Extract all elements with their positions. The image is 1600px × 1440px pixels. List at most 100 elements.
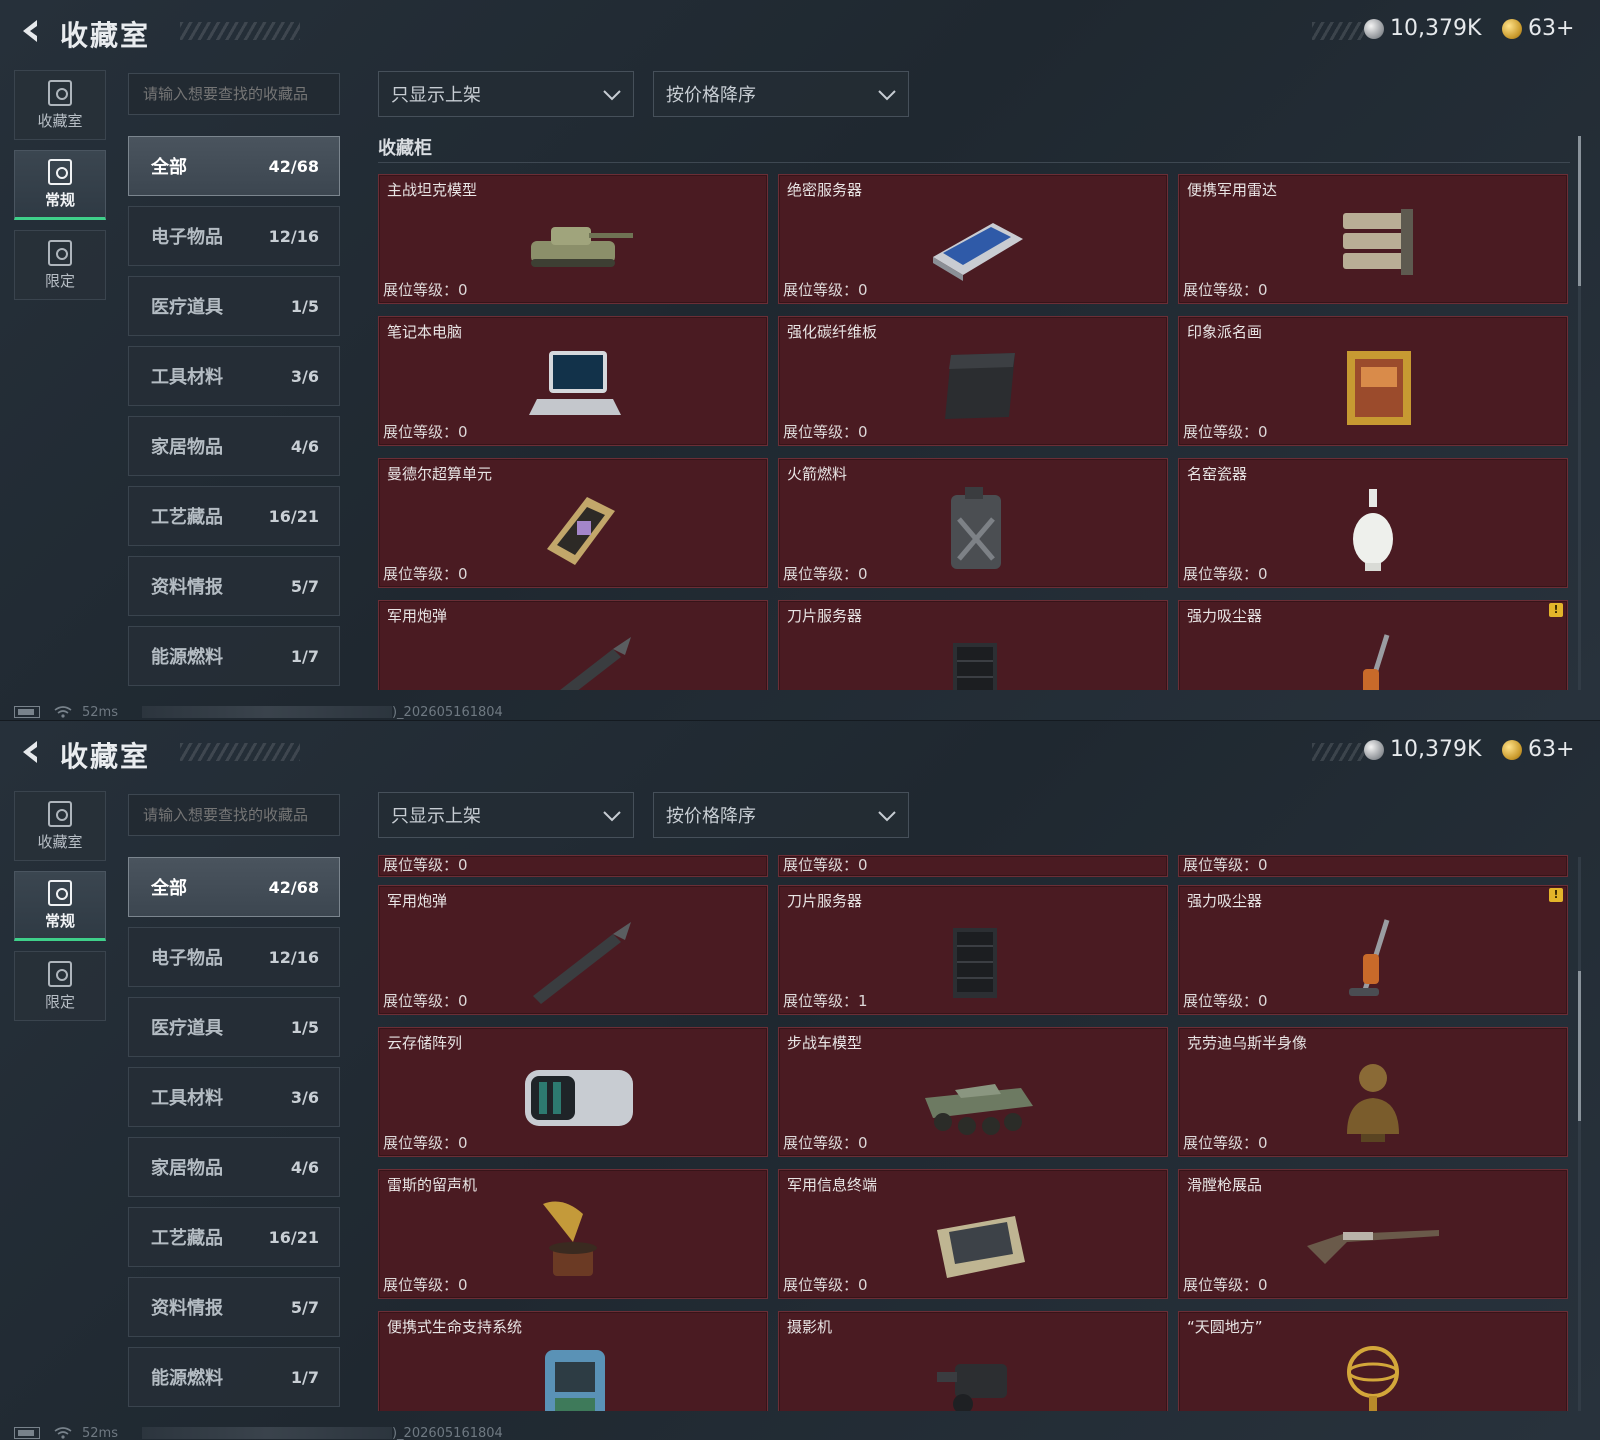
- chevron-down-icon: [878, 90, 896, 101]
- category-item[interactable]: 电子物品 12/16: [128, 927, 340, 987]
- item-name: 军用炮弹: [387, 607, 448, 625]
- booth-level-value: 0: [458, 1134, 468, 1152]
- booth-level: 展位等级：0: [1183, 563, 1268, 584]
- collection-card[interactable]: “天圆地方”: [1178, 1311, 1568, 1411]
- booth-level-label: 展位等级：: [1183, 423, 1259, 441]
- booth-level-value: 0: [1258, 281, 1268, 299]
- show-filter-dropdown[interactable]: 只显示上架: [378, 792, 634, 838]
- category-list: 全部 42/68 电子物品 12/16 医疗道具 1/5 工具材料 3/6 家居物品 4/6 工艺藏…: [128, 857, 340, 1417]
- collection-card[interactable]: 滑膛枪展品 展位等级：0: [1178, 1169, 1568, 1299]
- category-item[interactable]: 能源燃料 1/7: [128, 1347, 340, 1407]
- category-item[interactable]: 能源燃料 1/7: [128, 626, 340, 686]
- category-item[interactable]: 工艺藏品 16/21: [128, 486, 340, 546]
- category-item[interactable]: 全部 42/68: [128, 857, 340, 917]
- search-input[interactable]: [128, 794, 340, 836]
- collection-card[interactable]: 便携式生命支持系统: [378, 1311, 768, 1411]
- rail-collection-room[interactable]: 收藏室: [14, 70, 106, 140]
- category-count: 1/5: [290, 296, 319, 316]
- category-item[interactable]: 资料情报 5/7: [128, 1277, 340, 1337]
- page-title: 收藏室: [60, 740, 151, 773]
- rail-collection-room[interactable]: 收藏室: [14, 791, 106, 861]
- category-label: 全部: [151, 157, 187, 178]
- collection-card[interactable]: 笔记本电脑 展位等级：0: [378, 316, 768, 446]
- collection-card-partial[interactable]: 展位等级：0: [1178, 855, 1568, 877]
- category-count: 4/6: [290, 436, 319, 456]
- back-button[interactable]: [14, 14, 48, 48]
- collection-card[interactable]: 云存储阵列 展位等级：0: [378, 1027, 768, 1157]
- item-name: 步战车模型: [787, 1034, 863, 1052]
- rail-regular[interactable]: 常规: [14, 871, 106, 941]
- category-label: 工艺藏品: [151, 1228, 223, 1249]
- item-name: 克劳迪乌斯半身像: [1187, 1034, 1308, 1052]
- collection-card-partial[interactable]: 展位等级：0: [778, 855, 1168, 877]
- collection-card[interactable]: 军用炮弹 展位等级：0: [378, 885, 768, 1015]
- collection-card[interactable]: 绝密服务器 展位等级：0: [778, 174, 1168, 304]
- collection-card[interactable]: 步战车模型 展位等级：0: [778, 1027, 1168, 1157]
- search-input[interactable]: [128, 73, 340, 115]
- collection-card[interactable]: 曼德尔超算单元 展位等级：0: [378, 458, 768, 588]
- panel-bottom: 收藏室 10,379K 63+ 收藏室 常规 限定 只显示上架 按价格降序 全部…: [0, 720, 1600, 1440]
- rail-limited[interactable]: 限定: [14, 951, 106, 1021]
- category-label: 工艺藏品: [151, 507, 223, 528]
- category-label: 工具材料: [151, 1088, 223, 1109]
- collection-card[interactable]: 刀片服务器: [778, 600, 1168, 690]
- scrollbar-thumb[interactable]: [1578, 136, 1581, 286]
- rail-limited[interactable]: 限定: [14, 230, 106, 300]
- rail-regular[interactable]: 常规: [14, 150, 106, 220]
- collection-card[interactable]: 名窑瓷器 展位等级：0: [1178, 458, 1568, 588]
- shell-icon: [503, 621, 643, 690]
- collection-card[interactable]: 军用信息终端 展位等级：0: [778, 1169, 1168, 1299]
- collection-card[interactable]: 主战坦克模型 展位等级：0: [378, 174, 768, 304]
- item-name: 云存储阵列: [387, 1034, 463, 1052]
- booth-level-value: 0: [458, 281, 468, 299]
- category-item[interactable]: 全部 42/68: [128, 136, 340, 196]
- booth-level: 展位等级：0: [783, 563, 868, 584]
- collection-card[interactable]: 强力吸尘器 展位等级：0!: [1178, 885, 1568, 1015]
- collection-card[interactable]: 摄影机: [778, 1311, 1168, 1411]
- category-item[interactable]: 工具材料 3/6: [128, 1067, 340, 1127]
- booth-level-label: 展位等级：: [1183, 1134, 1259, 1152]
- show-filter-dropdown[interactable]: 只显示上架: [378, 71, 634, 117]
- collection-card[interactable]: 刀片服务器 展位等级：1: [778, 885, 1168, 1015]
- booth-level-label: 展位等级：: [383, 281, 459, 299]
- side-rail: 收藏室 常规 限定: [14, 70, 106, 310]
- back-button[interactable]: [14, 735, 48, 769]
- category-item[interactable]: 电子物品 12/16: [128, 206, 340, 266]
- category-label: 资料情报: [151, 577, 223, 598]
- scrollbar-thumb[interactable]: [1578, 971, 1581, 1121]
- category-count: 16/21: [268, 506, 319, 526]
- scrollbar-track[interactable]: [1578, 857, 1581, 1411]
- category-list: 全部 42/68 电子物品 12/16 医疗道具 1/5 工具材料 3/6 家居物品 4/6 工艺藏…: [128, 136, 340, 696]
- booth-level-value: 0: [858, 281, 868, 299]
- ifv-icon: [903, 1048, 1043, 1148]
- currency-decoration: [1312, 22, 1364, 40]
- collection-card[interactable]: 克劳迪乌斯半身像 展位等级：0: [1178, 1027, 1568, 1157]
- rail-label: 限定: [44, 992, 75, 1011]
- sort-dropdown[interactable]: 按价格降序: [653, 792, 909, 838]
- collection-card[interactable]: 火箭燃料 展位等级：0: [778, 458, 1168, 588]
- collection-card-partial[interactable]: 展位等级：0: [378, 855, 768, 877]
- booth-level: 展位等级：0: [1183, 421, 1268, 442]
- gold-coin-icon: [1502, 739, 1522, 760]
- category-item[interactable]: 工艺藏品 16/21: [128, 1207, 340, 1267]
- collection-card[interactable]: 便携军用雷达 展位等级：0: [1178, 174, 1568, 304]
- collection-card[interactable]: 强化碳纤维板 展位等级：0: [778, 316, 1168, 446]
- collection-card[interactable]: 印象派名画 展位等级：0: [1178, 316, 1568, 446]
- collection-card[interactable]: 雷斯的留声机 展位等级：0: [378, 1169, 768, 1299]
- category-item[interactable]: 资料情报 5/7: [128, 556, 340, 616]
- show-filter-value: 只显示上架: [391, 85, 481, 106]
- category-item[interactable]: 医疗道具 1/5: [128, 997, 340, 1057]
- booth-level-value: 0: [458, 1276, 468, 1294]
- sort-dropdown[interactable]: 按价格降序: [653, 71, 909, 117]
- collection-grid: 军用炮弹 展位等级：0 刀片服务器 展位等级：1 强力吸尘器 展位等级：0! 云存储阵列 展位…: [378, 885, 1568, 1411]
- gold-amount: 63+: [1528, 16, 1575, 41]
- category-item[interactable]: 医疗道具 1/5: [128, 276, 340, 336]
- category-item[interactable]: 工具材料 3/6: [128, 346, 340, 406]
- category-item[interactable]: 家居物品 4/6: [128, 1137, 340, 1197]
- category-item[interactable]: 家居物品 4/6: [128, 416, 340, 476]
- category-label: 家居物品: [151, 1158, 223, 1179]
- item-name: 军用炮弹: [387, 892, 448, 910]
- category-label: 医疗道具: [151, 1018, 223, 1039]
- collection-card[interactable]: 强力吸尘器!: [1178, 600, 1568, 690]
- collection-card[interactable]: 军用炮弹: [378, 600, 768, 690]
